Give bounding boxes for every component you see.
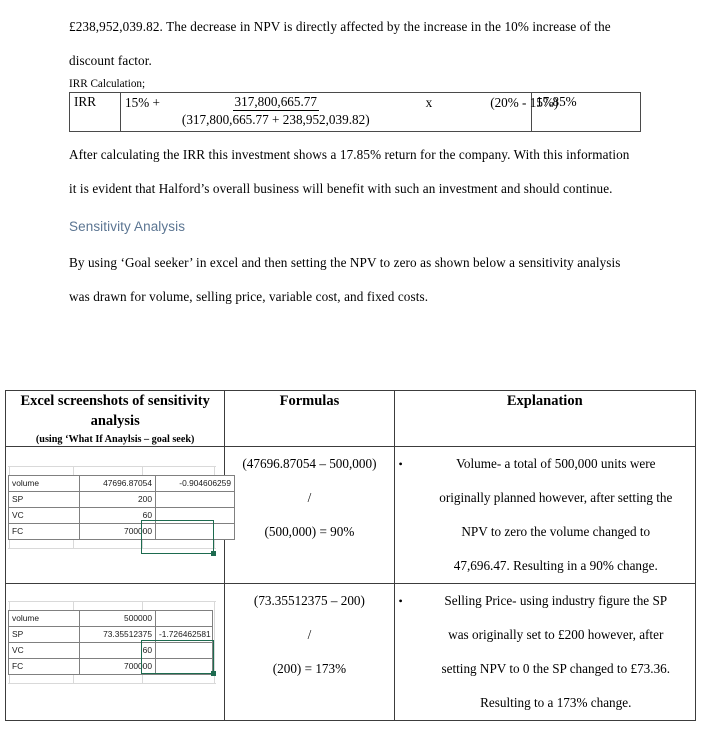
explanation-line: 47,696.47. Resulting in a 90% change. — [453, 558, 658, 573]
irr-calculation-block: IRR Calculation; IRR 15% + 317,800,665.7… — [69, 78, 641, 132]
irr-denominator: (317,800,665.77 + 238,952,039.82) — [181, 112, 370, 127]
excel-cell-label: volume — [8, 610, 80, 627]
table-row: volume 47696.87054 -0.904606259 SP 200 V… — [4, 446, 697, 584]
excel-cell-value: 60 — [79, 642, 156, 659]
excel-cell-value: 73.35512375 — [79, 626, 156, 643]
formula-cell-2: (73.35512375 – 200) / (200) = 173% — [224, 583, 395, 721]
list-item: • Volume- a total of 500,000 units were … — [399, 447, 695, 583]
explanation-line: was originally set to £200 however, afte… — [448, 627, 664, 642]
excel-goalseek-output: -1.726462581 — [155, 626, 213, 643]
irr-row: IRR 15% + 317,800,665.77 (317,800,665.77… — [69, 92, 641, 132]
explanation-line: Selling Price- using industry figure the… — [444, 593, 668, 608]
excel-row: VC 60 — [8, 507, 235, 524]
paragraph-npv-decrease: £238,952,039.82. The decrease in NPV is … — [69, 19, 611, 68]
paragraph-irr-conclusion: After calculating the IRR this investmen… — [69, 147, 630, 196]
formula-line-divider: / — [307, 490, 312, 505]
excel-goalseek-output: -0.904606259 — [155, 475, 235, 492]
explanation-list: • Volume- a total of 500,000 units were … — [395, 447, 695, 583]
explanation-list: • Selling Price- using industry figure t… — [395, 584, 695, 720]
excel-cell-label: VC — [8, 507, 80, 524]
explanation-cell-1: • Volume- a total of 500,000 units were … — [393, 446, 697, 584]
document-body: £238,952,039.82. The decrease in NPV is … — [69, 0, 639, 78]
header-excel-sublabel: (using ‘What If Anaylsis – goal seek) — [35, 434, 195, 445]
excel-empty-cell — [155, 658, 213, 675]
excel-row: volume 500000 — [8, 610, 213, 627]
excel-cell-label: SP — [8, 491, 80, 508]
paragraph-goal-seeker: By using ‘Goal seeker’ in excel and then… — [69, 255, 621, 304]
irr-fraction: 317,800,665.77 (317,800,665.77 + 238,952… — [182, 94, 370, 128]
excel-fill-handle — [211, 551, 216, 556]
table-row: volume 500000 SP 73.35512375 -1.72646258… — [4, 583, 697, 721]
formula-line-divider: / — [307, 627, 312, 642]
explanation-line: setting NPV to 0 the SP changed to £73.3… — [441, 661, 671, 676]
irr-calculation-table: IRR 15% + 317,800,665.77 (317,800,665.77… — [69, 92, 641, 132]
excel-cell-label: FC — [8, 658, 80, 675]
excel-cell-value: 500000 — [79, 610, 156, 627]
header-explanation: Explanation — [393, 390, 697, 447]
excel-cell-label: volume — [8, 475, 80, 492]
excel-row: SP 73.35512375 -1.726462581 — [8, 626, 213, 643]
excel-grid-2: volume 500000 SP 73.35512375 -1.72646258… — [8, 610, 213, 675]
excel-row: FC 700000 — [8, 658, 213, 675]
excel-empty-cell — [155, 610, 213, 627]
irr-result-cell: 17.85% — [531, 92, 641, 132]
excel-screenshot-cell-2: volume 500000 SP 73.35512375 -1.72646258… — [4, 583, 226, 721]
excel-cell-value: 200 — [79, 491, 156, 508]
excel-screenshot-2: volume 500000 SP 73.35512375 -1.72646258… — [8, 601, 216, 684]
excel-row: FC 700000 — [8, 523, 235, 540]
excel-empty-cell — [155, 642, 213, 659]
list-item: • Selling Price- using industry figure t… — [399, 584, 695, 720]
excel-screenshot-cell-1: volume 47696.87054 -0.904606259 SP 200 V… — [4, 446, 235, 584]
excel-row: VC 60 — [8, 642, 213, 659]
excel-empty-cell — [155, 491, 235, 508]
explanation-cell-2: • Selling Price- using industry figure t… — [393, 583, 697, 721]
excel-empty-cell — [155, 507, 235, 524]
explanation-line: Resulting to a 173% change. — [480, 695, 632, 710]
excel-cell-value: 700000 — [79, 658, 156, 675]
heading-sensitivity-analysis: Sensitivity Analysis — [69, 219, 186, 234]
irr-numerator: 317,800,665.77 — [232, 94, 319, 111]
formula-line-result: (200) = 173% — [272, 661, 347, 676]
excel-screenshot-1: volume 47696.87054 -0.904606259 SP 200 V… — [8, 466, 235, 556]
excel-cell-label: VC — [8, 642, 80, 659]
table-header-row: Excel screenshots of sensitivity analysi… — [4, 390, 697, 447]
irr-expression-cell: 15% + 317,800,665.77 (317,800,665.77 + 2… — [120, 92, 558, 132]
irr-label-cell: IRR — [69, 92, 121, 132]
excel-cell-label: FC — [8, 523, 80, 540]
excel-cell-value: 700000 — [79, 523, 156, 540]
explanation-line: originally planned however, after settin… — [439, 490, 673, 505]
formula-line-numerator: (73.35512375 – 200) — [253, 593, 365, 608]
excel-cell-value: 47696.87054 — [79, 475, 156, 492]
header-excel-screenshots: Excel screenshots of sensitivity analysi… — [4, 390, 226, 447]
excel-row: SP 200 — [8, 491, 235, 508]
excel-empty-cell — [155, 523, 235, 540]
explanation-line: Volume- a total of 500,000 units were — [456, 456, 656, 471]
irr-operator: x — [425, 95, 433, 110]
document-body-lower: After calculating the IRR this investmen… — [69, 138, 639, 314]
explanation-line: NPV to zero the volume changed to — [461, 524, 651, 539]
irr-lead-term: 15% + — [125, 95, 160, 110]
formula-line-numerator: (47696.87054 – 500,000) — [242, 456, 377, 471]
bullet-icon: • — [398, 594, 403, 608]
header-formulas: Formulas — [224, 390, 395, 447]
formula-line-result: (500,000) = 90% — [264, 524, 355, 539]
formula-cell-1: (47696.87054 – 500,000) / (500,000) = 90… — [224, 446, 395, 584]
sensitivity-analysis-table: Excel screenshots of sensitivity analysi… — [4, 390, 697, 721]
excel-row: volume 47696.87054 -0.904606259 — [8, 475, 235, 492]
excel-grid-1: volume 47696.87054 -0.904606259 SP 200 V… — [8, 475, 235, 540]
header-excel-label: Excel screenshots of sensitivity analysi… — [20, 393, 210, 429]
excel-cell-label: SP — [8, 626, 80, 643]
irr-caption: IRR Calculation; — [69, 78, 146, 90]
excel-cell-value: 60 — [79, 507, 156, 524]
bullet-icon: • — [398, 457, 403, 471]
